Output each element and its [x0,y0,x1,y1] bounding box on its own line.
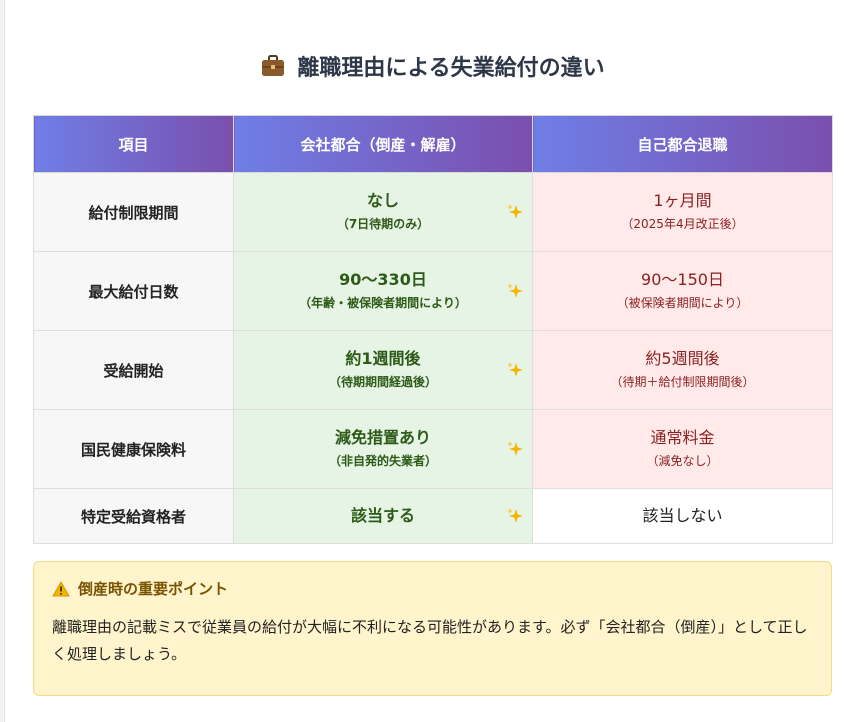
company-note: （非自発的失業者） [328,454,437,468]
company-cell: なし （7日待期のみ） [233,172,533,252]
company-cell: 90～330日 （年齢・被保険者期間により） [233,251,533,331]
self-cell: 約5週間後 （待期＋給付制限期間後） [532,330,833,410]
briefcase-icon [261,55,285,77]
self-note: （減免なし） [646,454,719,468]
table-row: 特定受給資格者 該当する 該当しない [33,488,833,544]
self-cell: 通常料金 （減免なし） [532,409,833,489]
company-value: なし [366,191,399,210]
company-value: 90～330日 [339,270,427,289]
callout-body: 離職理由の記載ミスで従業員の給付が大幅に不利になる可能性があります。必ず「会社都… [52,618,808,663]
sparkles-icon [506,361,524,379]
self-note: （被保険者期間により） [616,296,749,310]
row-label: 国民健康保険料 [33,409,234,489]
row-label: 最大給付日数 [33,251,234,331]
callout-title: 倒産時の重要ポイント [52,578,228,599]
self-value: 1ヶ月間 [653,191,712,210]
sparkles-icon [506,507,524,525]
warning-icon [52,581,70,597]
company-cell: 減免措置あり （非自発的失業者） [233,409,533,489]
page-title-text: 離職理由による失業給付の違い [297,56,605,81]
self-value: 該当しない [642,506,723,525]
header-self: 自己都合退職 [532,115,833,173]
self-value: 通常料金 [650,428,715,447]
callout-title-text: 倒産時の重要ポイント [78,580,229,598]
self-cell: 該当しない [532,488,833,544]
comparison-table: 項目 会社都合（倒産・解雇） 自己都合退職 給付制限期間 なし （7日待期のみ）… [33,115,833,544]
content-card: 離職理由による失業給付の違い 項目 会社都合（倒産・解雇） 自己都合退職 給付制… [4,0,861,722]
company-cell: 約1週間後 （待期期間経過後） [233,330,533,410]
self-value: 約5週間後 [645,349,720,368]
company-value: 減免措置あり [334,428,431,447]
company-note: （7日待期のみ） [336,217,430,231]
table-row: 最大給付日数 90～330日 （年齢・被保険者期間により） 90～150日 （被… [33,251,833,331]
header-company: 会社都合（倒産・解雇） [233,115,533,173]
company-note: （待期期間経過後） [328,375,437,389]
self-note: （待期＋給付制限期間後） [610,375,755,389]
self-cell: 1ヶ月間 （2025年4月改正後） [532,172,833,252]
table-row: 受給開始 約1週間後 （待期期間経過後） 約5週間後 （待期＋給付制限期間後） [33,330,833,410]
table-row: 国民健康保険料 減免措置あり （非自発的失業者） 通常料金 （減免なし） [33,409,833,489]
company-value: 約1週間後 [345,349,421,368]
self-value: 90～150日 [641,270,724,289]
table-header-row: 項目 会社都合（倒産・解雇） 自己都合退職 [33,115,833,173]
sparkles-icon [506,282,524,300]
table-row: 給付制限期間 なし （7日待期のみ） 1ヶ月間 （2025年4月改正後） [33,172,833,252]
row-label: 受給開始 [33,330,234,410]
page-title: 離職理由による失業給付の違い [5,46,861,86]
company-note: （年齢・被保険者期間により） [299,296,467,310]
sparkles-icon [506,440,524,458]
company-cell: 該当する [233,488,533,544]
self-note: （2025年4月改正後） [621,217,744,231]
row-label: 給付制限期間 [33,172,234,252]
important-callout: 倒産時の重要ポイント 離職理由の記載ミスで従業員の給付が大幅に不利になる可能性が… [33,561,832,696]
header-item: 項目 [33,115,234,173]
company-value: 該当する [350,506,415,525]
sparkles-icon [506,203,524,221]
row-label: 特定受給資格者 [33,488,234,544]
self-cell: 90～150日 （被保険者期間により） [532,251,833,331]
